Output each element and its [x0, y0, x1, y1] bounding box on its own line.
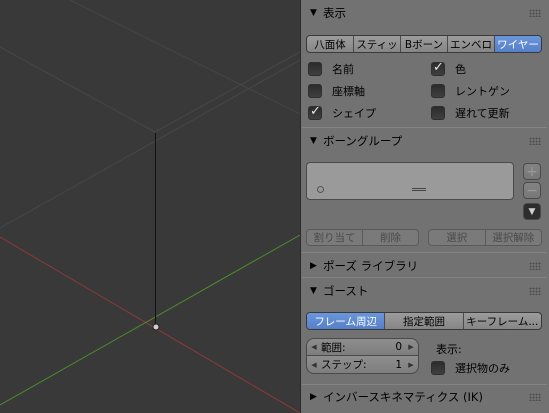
bone-group-select-deselect: 選択 選択解除 [428, 229, 542, 246]
display-type-wire[interactable]: ワイヤー [495, 36, 541, 52]
bone-head-dot [152, 323, 160, 331]
viewport-grid [0, 0, 300, 413]
checkbox-colors[interactable]: ✓ 色 [431, 60, 466, 77]
checkbox-box[interactable] [431, 106, 445, 120]
remove-bone-group-button[interactable]: − [523, 182, 541, 199]
field-label: ステップ: [321, 359, 367, 371]
bone-group-specials-menu[interactable]: ▼ [523, 203, 541, 220]
display-type-selector: 八面体 スティッ Bボーン エンベロ ワイヤー [306, 35, 542, 53]
drag-grip-icon[interactable] [529, 9, 541, 17]
panel-title: インバースキネマティクス (IK) [323, 390, 483, 404]
filter-options-icon[interactable] [317, 186, 324, 193]
collapsed-triangle-icon: ▶ [310, 392, 317, 402]
checkbox-box[interactable] [308, 62, 322, 76]
checkbox-selected-only[interactable]: 選択物のみ [431, 360, 510, 376]
checkbox-box[interactable] [308, 84, 322, 98]
ghost-type-selector: フレーム周辺 指定範囲 キーフレーム... [306, 312, 542, 330]
checkbox-label: 座標軸 [332, 85, 365, 98]
checkbox-label: レントゲン [455, 85, 510, 98]
expand-triangle-icon: ▼ [310, 286, 317, 296]
select-button[interactable]: 選択 [429, 230, 486, 245]
display-type-stick[interactable]: スティッ [354, 36, 401, 52]
expand-triangle-icon: ▼ [310, 8, 317, 18]
drag-grip-icon[interactable] [529, 287, 541, 295]
checkbox-box[interactable] [431, 361, 445, 375]
3d-viewport[interactable] [0, 0, 300, 413]
decrement-arrow-icon[interactable]: ◀ [307, 361, 321, 369]
checkbox-box[interactable]: ✓ [308, 104, 322, 120]
add-bone-group-button[interactable]: + [523, 163, 541, 180]
checkbox-box[interactable]: ✓ [431, 60, 445, 76]
panel-title: ボーングループ [323, 134, 403, 148]
panel-divider [302, 277, 547, 278]
panel-divider [302, 127, 547, 128]
panel-header-pose-library[interactable]: ▶ ポーズ ライブラリ [302, 256, 547, 276]
checkbox-label: 色 [455, 63, 466, 76]
display-type-octahedral[interactable]: 八面体 [307, 36, 354, 52]
collapsed-triangle-icon: ▶ [310, 261, 317, 271]
panel-header-inverse-kinematics[interactable]: ▶ インバースキネマティクス (IK) [302, 387, 547, 407]
checkbox-label: 選択物のみ [455, 362, 510, 375]
checkbox-delay-refresh[interactable]: 遅れて更新 [431, 105, 510, 121]
ghost-display-label: 表示: [436, 343, 462, 356]
check-icon: ✓ [310, 104, 321, 119]
display-type-bbone[interactable]: Bボーン [401, 36, 448, 52]
ghost-step-field[interactable]: ◀ ステップ: 1 ▶ [306, 356, 419, 374]
x-axis-line [0, 236, 300, 413]
expand-triangle-icon: ▼ [310, 136, 317, 146]
ghost-type-in-range[interactable]: 指定範囲 [385, 313, 464, 329]
field-value: 0 [395, 341, 402, 353]
ghost-type-around-frame[interactable]: フレーム周辺 [307, 313, 386, 329]
checkbox-label: 遅れて更新 [455, 107, 510, 120]
checkbox-xray[interactable]: レントゲン [431, 83, 510, 99]
resize-handle-icon[interactable] [412, 188, 426, 191]
checkbox-shapes[interactable]: ✓ シェイプ [308, 104, 376, 121]
bone-group-list[interactable] [306, 162, 514, 200]
y-axis-line [0, 234, 300, 406]
panel-divider [302, 384, 547, 385]
panel-header-ghost[interactable]: ▼ ゴースト [302, 281, 547, 301]
field-value: 1 [395, 358, 402, 371]
ghost-range-field[interactable]: ◀ 範囲: 0 ▶ [306, 338, 419, 356]
checkbox-label: シェイプ [332, 107, 376, 120]
panel-header-display[interactable]: ▼ 表示 [302, 3, 547, 23]
increment-arrow-icon[interactable]: ▶ [404, 361, 418, 369]
ghost-type-on-keyframes[interactable]: キーフレーム... [464, 313, 541, 329]
remove-button[interactable]: 削除 [363, 230, 418, 245]
drag-grip-icon[interactable] [529, 137, 541, 145]
panel-title: ポーズ ライブラリ [323, 259, 419, 273]
drag-grip-icon[interactable] [529, 262, 541, 270]
bone-group-assign-remove: 割り当て 削除 [306, 229, 419, 246]
panel-divider [302, 252, 547, 253]
checkbox-label: 名前 [332, 63, 354, 76]
drag-grip-icon[interactable] [529, 393, 541, 401]
display-type-envelope[interactable]: エンベロ [448, 36, 495, 52]
checkbox-axes[interactable]: 座標軸 [308, 83, 365, 99]
field-label: 範囲: [321, 341, 346, 354]
deselect-button[interactable]: 選択解除 [486, 230, 542, 245]
decrement-arrow-icon[interactable]: ◀ [307, 343, 321, 351]
checkbox-names[interactable]: 名前 [308, 61, 354, 77]
assign-button[interactable]: 割り当て [307, 230, 363, 245]
check-icon: ✓ [433, 60, 444, 75]
panel-header-bone-groups[interactable]: ▼ ボーングループ [302, 131, 547, 151]
checkbox-box[interactable] [431, 84, 445, 98]
panel-title: 表示 [323, 6, 346, 20]
increment-arrow-icon[interactable]: ▶ [404, 343, 418, 351]
panel-title: ゴースト [323, 284, 369, 298]
